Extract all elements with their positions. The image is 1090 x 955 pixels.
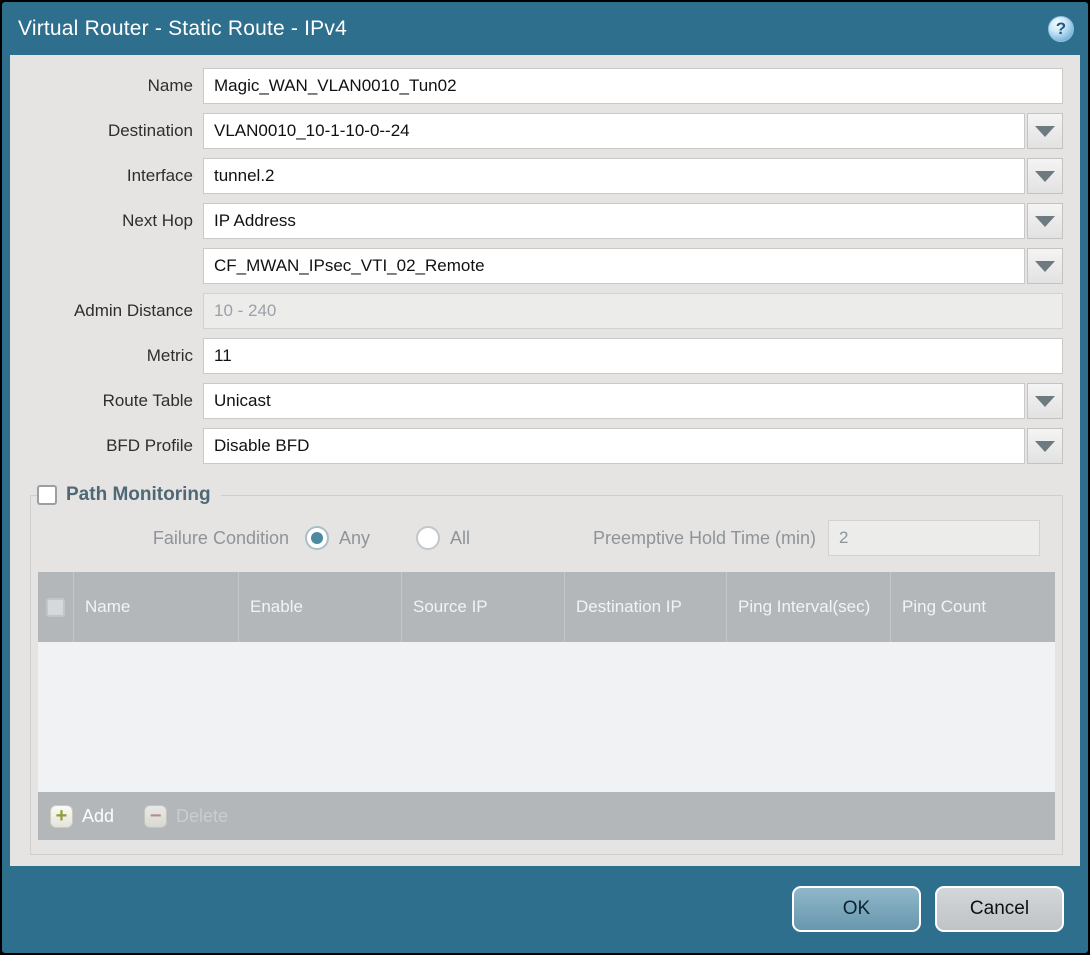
destination-dropdown-button[interactable] <box>1027 113 1063 149</box>
form-row-next-hop-address <box>10 248 1063 284</box>
preemptive-hold-time-label: Preemptive Hold Time (min) <box>593 528 828 549</box>
form-row-bfd-profile: BFD Profile <box>10 428 1063 464</box>
add-button[interactable]: + Add <box>50 805 114 828</box>
next-hop-label: Next Hop <box>10 211 203 231</box>
select-all-checkbox[interactable] <box>46 598 65 617</box>
delete-button[interactable]: − Delete <box>144 805 228 828</box>
minus-icon: − <box>144 805 167 828</box>
metric-label: Metric <box>10 346 203 366</box>
interface-label: Interface <box>10 166 203 186</box>
admin-distance-label: Admin Distance <box>10 301 203 321</box>
delete-button-label: Delete <box>176 806 228 827</box>
failure-condition-all-radio[interactable] <box>416 526 440 550</box>
destination-label: Destination <box>10 121 203 141</box>
select-all-header-cell <box>38 572 73 642</box>
form-row-admin-distance: Admin Distance <box>10 293 1063 329</box>
failure-condition-any-label: Any <box>339 528 370 549</box>
chevron-down-icon <box>1035 396 1055 407</box>
next-hop-type-input[interactable] <box>203 203 1025 239</box>
interface-dropdown-button[interactable] <box>1027 158 1063 194</box>
failure-condition-label: Failure Condition <box>37 528 305 549</box>
chevron-down-icon <box>1035 441 1055 452</box>
dialog-titlebar: Virtual Router - Static Route - IPv4 ? <box>2 2 1088 55</box>
path-monitoring-table: Name Enable Source IP Destination IP Pin… <box>38 572 1055 840</box>
dialog-footer: OK Cancel <box>2 864 1088 953</box>
chevron-down-icon <box>1035 261 1055 272</box>
bfd-profile-label: BFD Profile <box>10 436 203 456</box>
name-input[interactable] <box>203 68 1063 104</box>
route-table-dropdown-button[interactable] <box>1027 383 1063 419</box>
bfd-profile-dropdown-button[interactable] <box>1027 428 1063 464</box>
next-hop-type-dropdown-button[interactable] <box>1027 203 1063 239</box>
bfd-profile-input[interactable] <box>203 428 1025 464</box>
column-header-ping-interval: Ping Interval(sec) <box>726 572 890 642</box>
admin-distance-input[interactable] <box>203 293 1063 329</box>
route-table-label: Route Table <box>10 391 203 411</box>
table-header-row: Name Enable Source IP Destination IP Pin… <box>38 572 1055 642</box>
plus-icon: + <box>50 805 73 828</box>
cancel-button[interactable]: Cancel <box>935 886 1064 932</box>
table-body-empty <box>38 642 1055 792</box>
path-monitoring-checkbox[interactable] <box>37 485 57 505</box>
preemptive-hold-time-input[interactable] <box>828 520 1040 556</box>
route-table-input[interactable] <box>203 383 1025 419</box>
failure-condition-all-option: All <box>416 526 470 550</box>
column-header-ping-count: Ping Count <box>890 572 1055 642</box>
dialog-title: Virtual Router - Static Route - IPv4 <box>18 17 1048 41</box>
column-header-source-ip: Source IP <box>401 572 564 642</box>
next-hop-address-input[interactable] <box>203 248 1025 284</box>
chevron-down-icon <box>1035 216 1055 227</box>
form-row-route-table: Route Table <box>10 383 1063 419</box>
column-header-name: Name <box>73 572 238 642</box>
path-monitoring-section: Path Monitoring Failure Condition Any Al… <box>30 484 1063 855</box>
path-monitoring-legend: Path Monitoring <box>37 484 221 506</box>
failure-condition-any-option: Any <box>305 526 370 550</box>
ok-button[interactable]: OK <box>792 886 921 932</box>
column-header-destination-ip: Destination IP <box>564 572 726 642</box>
form-row-destination: Destination <box>10 113 1063 149</box>
add-button-label: Add <box>82 806 114 827</box>
failure-condition-any-radio[interactable] <box>305 526 329 550</box>
static-route-dialog: Virtual Router - Static Route - IPv4 ? N… <box>0 0 1090 955</box>
chevron-down-icon <box>1035 171 1055 182</box>
column-header-enable: Enable <box>238 572 401 642</box>
interface-input[interactable] <box>203 158 1025 194</box>
next-hop-address-dropdown-button[interactable] <box>1027 248 1063 284</box>
chevron-down-icon <box>1035 126 1055 137</box>
metric-input[interactable] <box>203 338 1063 374</box>
form-row-interface: Interface <box>10 158 1063 194</box>
path-monitoring-title: Path Monitoring <box>66 484 211 506</box>
name-label: Name <box>10 76 203 96</box>
form-row-metric: Metric <box>10 338 1063 374</box>
dialog-body: Name Destination Interface <box>10 55 1080 866</box>
failure-condition-all-label: All <box>450 528 470 549</box>
destination-input[interactable] <box>203 113 1025 149</box>
table-toolbar: + Add − Delete <box>38 792 1055 840</box>
help-icon[interactable]: ? <box>1048 16 1074 42</box>
path-monitoring-options-row: Failure Condition Any All Preemptive Hol… <box>37 520 1040 556</box>
form-row-next-hop: Next Hop <box>10 203 1063 239</box>
form-row-name: Name <box>10 68 1063 104</box>
